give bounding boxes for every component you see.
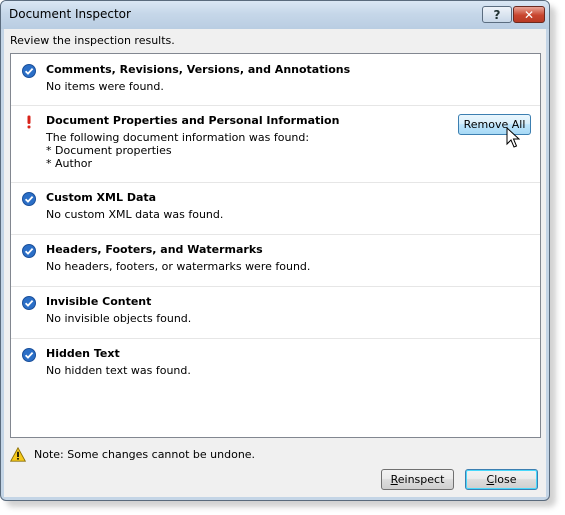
mouse-cursor-icon	[506, 127, 520, 148]
help-icon: ?	[493, 7, 501, 22]
result-row-document-properties: Document Properties and Personal Informa…	[11, 105, 540, 183]
result-row-custom-xml: Custom XML Data No custom XML data was f…	[11, 182, 540, 235]
result-row-headers-footers: Headers, Footers, and Watermarks No head…	[11, 234, 540, 287]
check-circle-icon	[22, 244, 36, 258]
result-title: Hidden Text	[46, 347, 120, 360]
check-circle-icon	[22, 192, 36, 206]
instructions-text: Review the inspection results.	[10, 34, 175, 47]
warning-icon	[10, 447, 26, 462]
result-title: Comments, Revisions, Versions, and Annot…	[46, 63, 351, 76]
results-list[interactable]: Comments, Revisions, Versions, and Annot…	[10, 53, 541, 438]
check-circle-icon	[22, 64, 36, 78]
result-description: No custom XML data was found.	[46, 208, 224, 221]
result-title: Headers, Footers, and Watermarks	[46, 243, 263, 256]
remove-all-button[interactable]: Remove All	[458, 114, 531, 135]
check-circle-icon	[22, 296, 36, 310]
exclamation-icon	[27, 115, 31, 129]
undo-note: Note: Some changes cannot be undone.	[10, 447, 255, 462]
note-text: Note: Some changes cannot be undone.	[34, 448, 256, 461]
reinspect-button[interactable]: Reinspect	[381, 469, 454, 490]
result-row-hidden-text: Hidden Text No hidden text was found.	[11, 338, 540, 390]
check-circle-icon	[22, 348, 36, 362]
close-button[interactable]: Close	[465, 469, 538, 490]
result-description: No headers, footers, or watermarks were …	[46, 260, 311, 273]
help-button[interactable]: ?	[482, 6, 512, 23]
result-title: Custom XML Data	[46, 191, 157, 204]
document-inspector-dialog: Document Inspector ? ✕ Review the inspec…	[0, 0, 550, 501]
result-row-invisible-content: Invisible Content No invisible objects f…	[11, 286, 540, 339]
result-description: No hidden text was found.	[46, 364, 191, 377]
result-row-comments: Comments, Revisions, Versions, and Annot…	[11, 54, 540, 106]
result-description: No items were found.	[46, 80, 164, 93]
result-title: Document Properties and Personal Informa…	[46, 114, 340, 127]
close-icon: ✕	[523, 7, 535, 22]
result-title: Invisible Content	[46, 295, 152, 308]
result-description: The following document information was f…	[46, 131, 310, 170]
dialog-body: Review the inspection results. Comments,…	[4, 29, 546, 497]
title-bar[interactable]: Document Inspector ? ✕	[1, 1, 549, 29]
result-description: No invisible objects found.	[46, 312, 192, 325]
title-close-button[interactable]: ✕	[513, 6, 545, 23]
window-title: Document Inspector	[9, 7, 131, 21]
